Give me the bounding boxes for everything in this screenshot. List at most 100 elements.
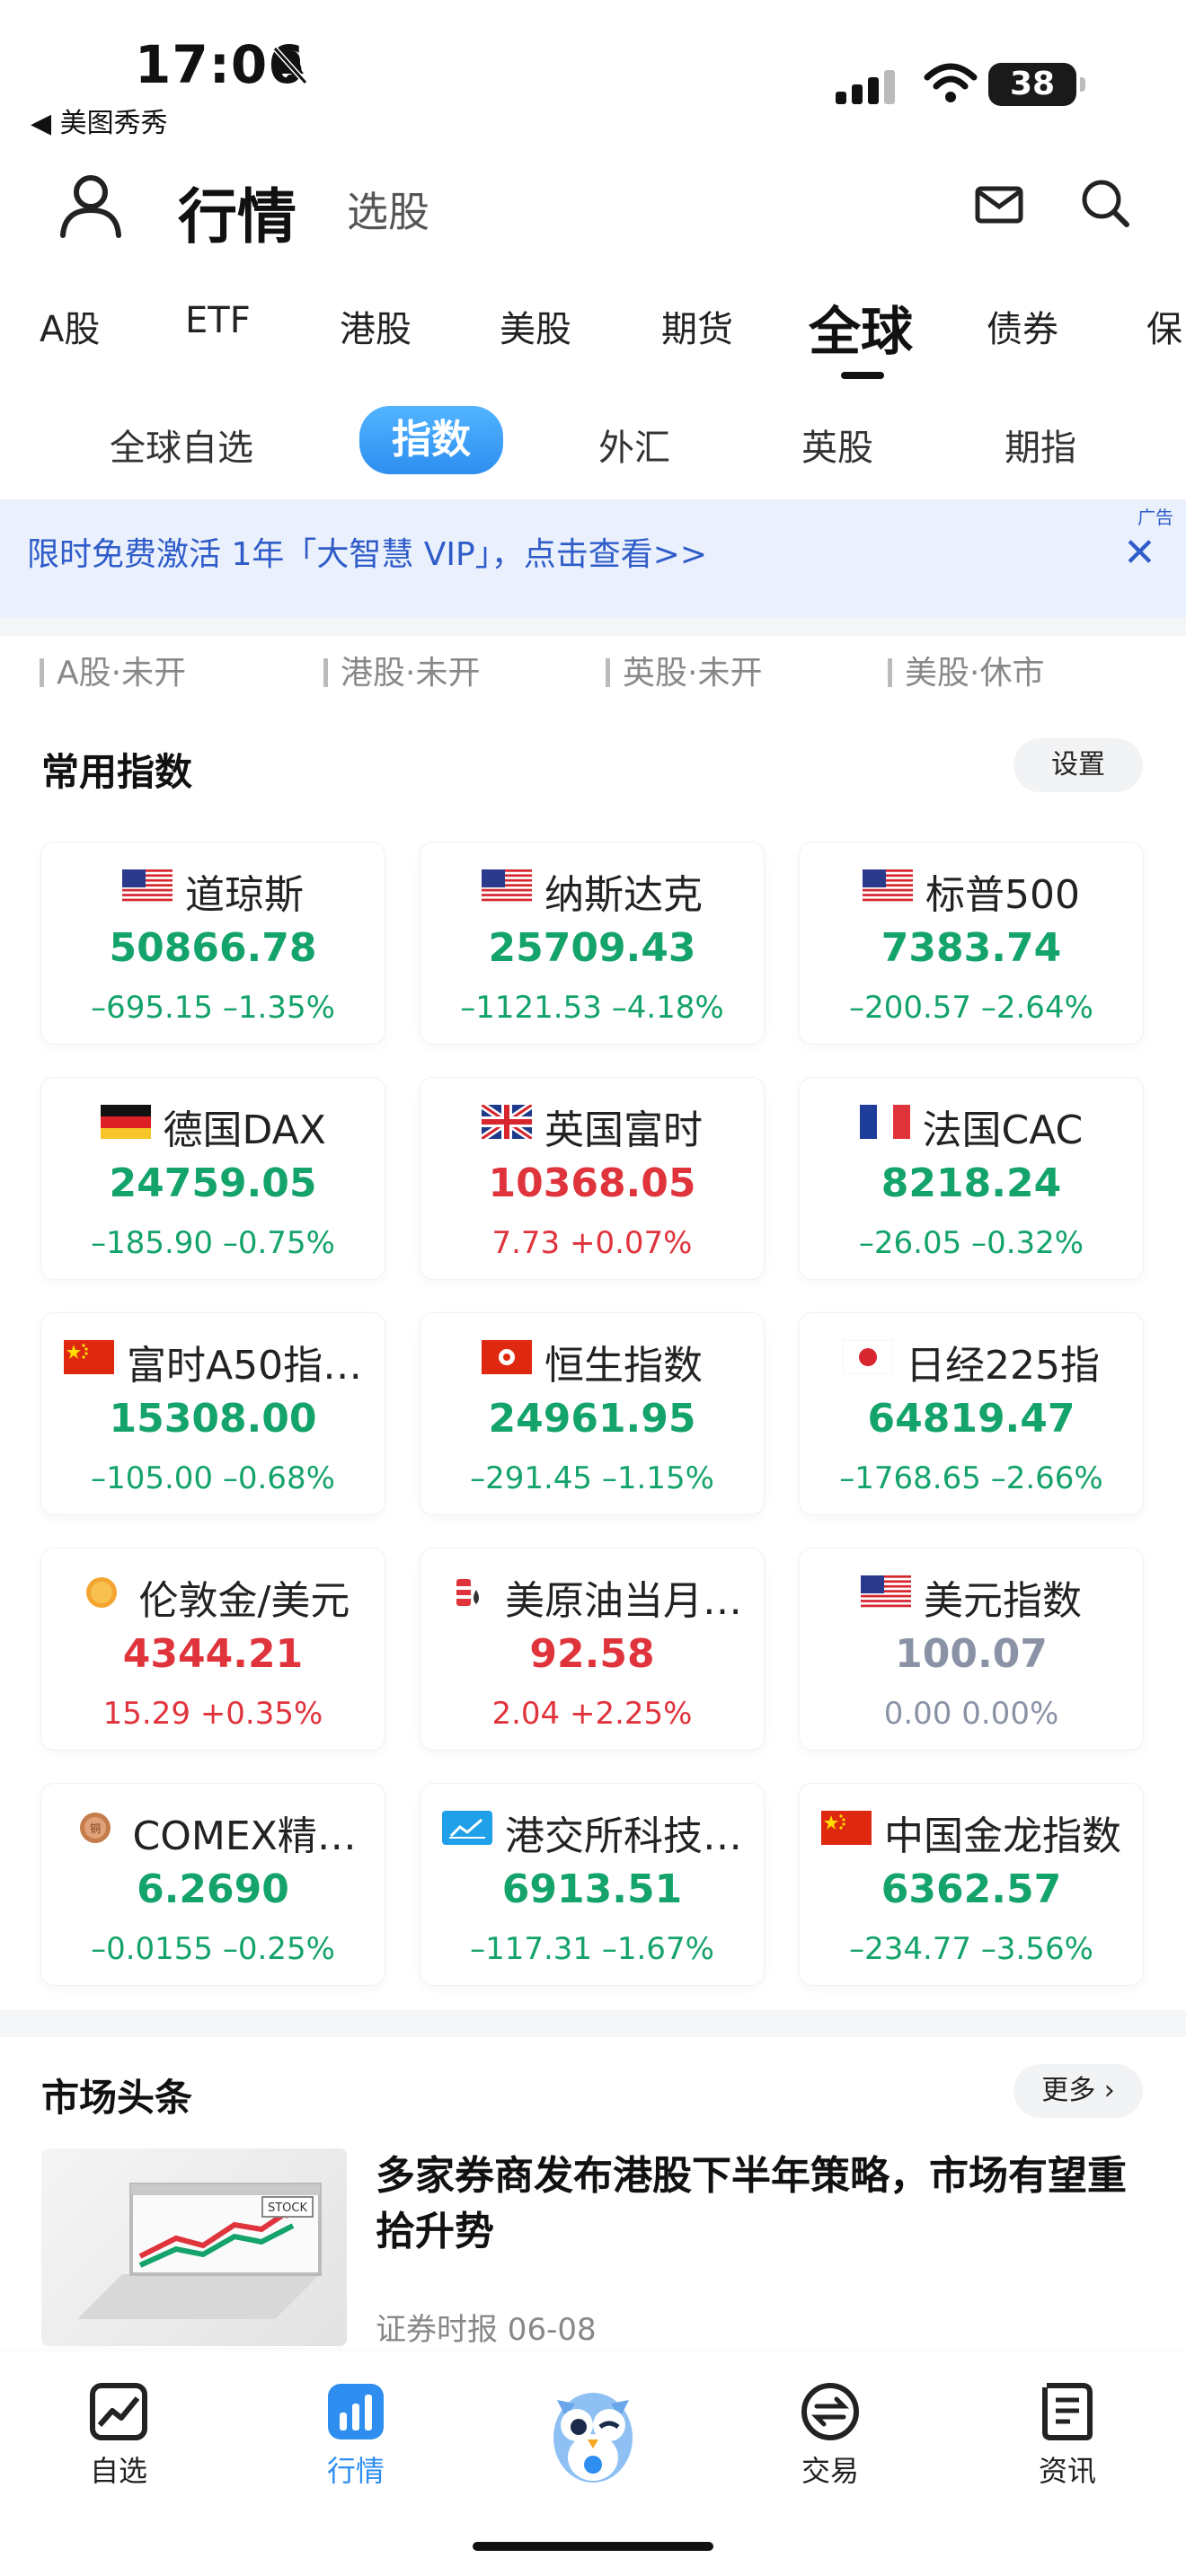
index-price: 6.2690: [137, 1866, 289, 1912]
china-flag-icon: [64, 1340, 114, 1374]
news-doc-icon: [1042, 2383, 1093, 2440]
index-card[interactable]: 英国富时 10368.05 7.73 +0.07%: [420, 1078, 764, 1279]
index-name: 伦敦金/美元: [138, 1578, 350, 1624]
index-change: 7.73 +0.07%: [491, 1225, 693, 1261]
index-change: –1121.53 –4.18%: [460, 990, 724, 1026]
us-flag-icon: [863, 869, 913, 904]
index-change: –291.45 –1.15%: [470, 1460, 714, 1496]
subtab-global-watchlist[interactable]: 全球自选: [110, 419, 253, 471]
stock-chart-illustration: STOCK: [77, 2183, 322, 2319]
search-icon[interactable]: [1076, 174, 1134, 232]
index-price: 4344.21: [122, 1631, 304, 1677]
subtab-forex[interactable]: 外汇: [598, 419, 670, 471]
nav-label: 自选: [89, 2454, 147, 2488]
index-name: 港交所科技…: [505, 1813, 742, 1859]
index-price: 24961.95: [488, 1396, 696, 1442]
market-status-a-shares: A股·未开: [40, 647, 186, 693]
close-icon[interactable]: ✕: [1123, 530, 1156, 576]
index-price: 8218.24: [881, 1160, 1062, 1206]
index-name: 美原油当月…: [505, 1578, 742, 1624]
nav-trade[interactable]: 交易: [758, 2380, 902, 2490]
index-change: 15.29 +0.35%: [102, 1696, 323, 1732]
index-card[interactable]: 美原油当月… 92.58 2.04 +2.25%: [420, 1548, 764, 1750]
chart-icon: [442, 1811, 492, 1845]
news-headline[interactable]: 多家券商发布港股下半年策略，市场有望重拾升势: [376, 2148, 1148, 2260]
index-name: 日经225指: [906, 1343, 1100, 1389]
index-name: 中国金龙指数: [884, 1813, 1121, 1859]
index-price: 92.58: [529, 1631, 655, 1677]
index-price: 50866.78: [109, 925, 317, 971]
index-change: –185.90 –0.75%: [91, 1225, 335, 1261]
index-name: 纳斯达克: [544, 872, 703, 918]
user-profile-icon[interactable]: [56, 169, 126, 239]
mail-icon[interactable]: [972, 178, 1026, 232]
battery-indicator: 38: [988, 63, 1085, 106]
index-card[interactable]: 德国DAX 24759.05 –185.90 –0.75%: [41, 1078, 385, 1279]
index-card[interactable]: 中国金龙指数 6362.57 –234.77 –3.56%: [800, 1784, 1143, 1985]
index-card[interactable]: 标普500 7383.74 –200.57 –2.64%: [800, 842, 1143, 1044]
index-card[interactable]: 道琼斯 50866.78 –695.15 –1.35%: [41, 842, 385, 1044]
tab-insurance[interactable]: 保: [1146, 300, 1182, 352]
ad-text[interactable]: 限时免费激活 1年「大智慧 VIP」，点击查看>>: [27, 528, 707, 575]
index-change: –234.77 –3.56%: [849, 1931, 1093, 1967]
owl-mascot-icon: [553, 2393, 633, 2483]
tab-a-shares[interactable]: A股: [40, 300, 100, 352]
copper-coin-icon: 铜: [70, 1811, 120, 1845]
index-name: 富时A50指…: [127, 1343, 363, 1389]
ad-tag: 广告: [1137, 507, 1173, 528]
tab-futures[interactable]: 期货: [661, 300, 733, 352]
market-status-uk: 英股·未开: [606, 647, 762, 693]
subtab-index-futures[interactable]: 期指: [1005, 419, 1076, 471]
stock-picker-tab[interactable]: 选股: [347, 180, 429, 239]
tab-us-stocks[interactable]: 美股: [500, 300, 571, 352]
index-card[interactable]: 富时A50指… 15308.00 –105.00 –0.68%: [41, 1313, 385, 1514]
bar-chart-icon: [328, 2384, 384, 2439]
index-price: 25709.43: [488, 925, 696, 971]
nav-watchlist[interactable]: 自选: [47, 2380, 190, 2490]
index-card[interactable]: 美元指数 100.07 0.00 0.00%: [800, 1548, 1143, 1750]
index-card[interactable]: 铜 COMEX精… 6.2690 –0.0155 –0.25%: [41, 1784, 385, 1985]
index-price: 6913.51: [501, 1866, 683, 1912]
nav-mascot[interactable]: [521, 2368, 665, 2493]
nav-label: 行情: [326, 2454, 385, 2488]
home-indicator: [473, 2542, 713, 2551]
index-price: 24759.05: [109, 1160, 317, 1206]
index-change: –117.31 –1.67%: [470, 1931, 714, 1967]
tab-etf[interactable]: ETF: [185, 300, 251, 341]
wifi-icon: [924, 63, 978, 102]
subtab-indices[interactable]: 指数: [359, 406, 503, 474]
index-price: 6362.57: [881, 1866, 1062, 1912]
index-name: 德国DAX: [163, 1107, 326, 1153]
market-status-us: 美股·休市: [888, 647, 1044, 693]
japan-flag-icon: [842, 1339, 894, 1375]
oil-barrel-icon: [442, 1575, 492, 1610]
more-news-button[interactable]: 更多 ›: [1013, 2064, 1143, 2118]
gold-coin-icon: [76, 1575, 127, 1610]
index-change: –105.00 –0.68%: [91, 1460, 335, 1496]
news-thumbnail[interactable]: STOCK: [41, 2148, 347, 2346]
nav-market[interactable]: 行情: [284, 2380, 428, 2490]
nav-label: 资讯: [1038, 2454, 1096, 2488]
index-change: 0.00 0.00%: [883, 1696, 1059, 1732]
index-card[interactable]: 法国CAC 8218.24 –26.05 –0.32%: [800, 1078, 1143, 1279]
index-card[interactable]: 伦敦金/美元 4344.21 15.29 +0.35%: [41, 1548, 385, 1750]
index-card[interactable]: 恒生指数 24961.95 –291.45 –1.15%: [420, 1313, 764, 1514]
china-flag-icon: [821, 1811, 872, 1845]
nav-news[interactable]: 资讯: [996, 2380, 1139, 2490]
back-to-app-link[interactable]: ◀ 美图秀秀: [31, 101, 168, 140]
divider: [0, 618, 1186, 636]
tab-global[interactable]: 全球: [809, 289, 913, 365]
settings-button[interactable]: 设置: [1013, 738, 1143, 792]
subtab-uk-stocks[interactable]: 英股: [801, 419, 873, 471]
index-card[interactable]: 日经225指 64819.47 –1768.65 –2.66%: [800, 1313, 1143, 1514]
hongkong-flag-icon: [482, 1340, 532, 1374]
tab-bonds[interactable]: 债券: [987, 300, 1058, 352]
index-price: 100.07: [895, 1631, 1048, 1677]
index-card[interactable]: 港交所科技… 6913.51 –117.31 –1.67%: [420, 1784, 764, 1985]
uk-flag-icon: [479, 1101, 535, 1142]
index-card[interactable]: 纳斯达克 25709.43 –1121.53 –4.18%: [420, 842, 764, 1044]
index-name: 标普500: [925, 872, 1080, 918]
tab-hk-stocks[interactable]: 港股: [340, 300, 412, 352]
active-tab-underline: [841, 372, 884, 379]
index-change: –0.0155 –0.25%: [91, 1931, 335, 1967]
